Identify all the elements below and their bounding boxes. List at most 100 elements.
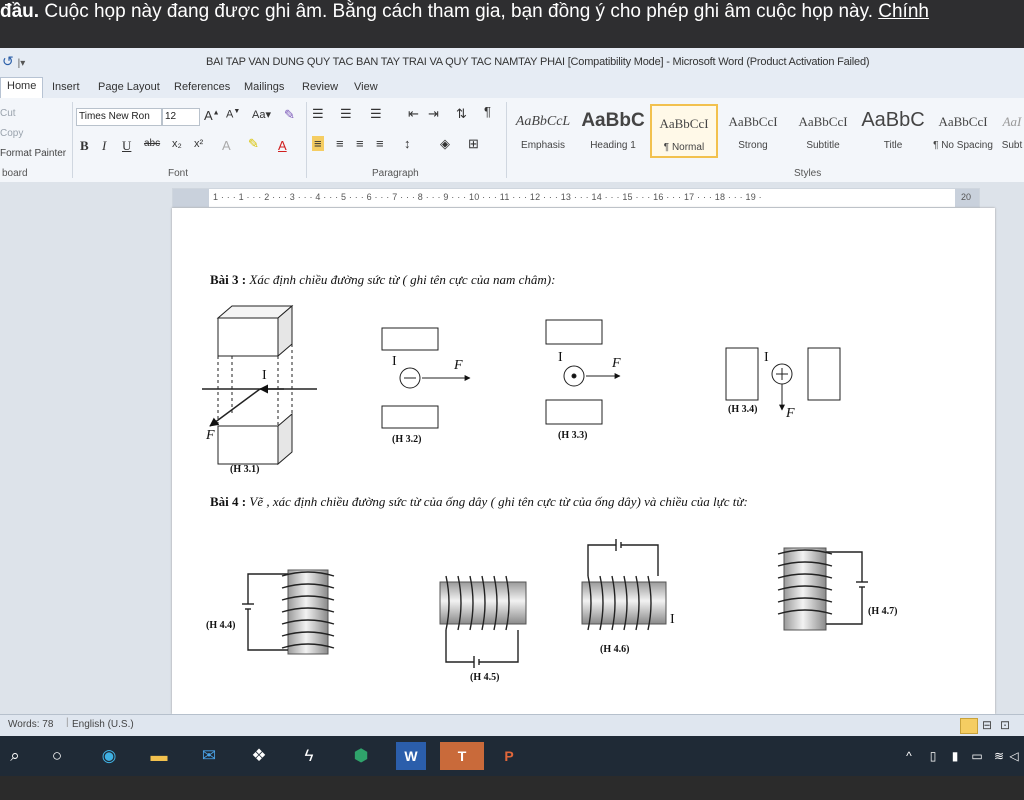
sort-icon[interactable]: ⇅ bbox=[456, 106, 467, 122]
font-group-label: Font bbox=[168, 168, 189, 179]
tab-mailings[interactable]: Mailings bbox=[238, 79, 290, 95]
clipboard-group-label: board bbox=[2, 168, 28, 179]
task-view-icon[interactable]: ○ bbox=[42, 742, 72, 770]
italic-icon[interactable]: I bbox=[102, 138, 106, 154]
superscript-icon[interactable]: x² bbox=[194, 138, 203, 150]
mail-icon[interactable]: ✉ bbox=[194, 742, 224, 770]
style-sample: AaI bbox=[1002, 114, 1022, 129]
undo-icon[interactable]: ↺ |▾ bbox=[2, 53, 25, 70]
bold-icon[interactable]: B bbox=[80, 138, 89, 154]
style-heading-1[interactable]: AaBbC Heading 1 bbox=[580, 104, 646, 156]
style-no-spacing[interactable]: AaBbCcI ¶ No Spacing bbox=[930, 104, 996, 156]
line-spacing-icon[interactable]: ↕ bbox=[404, 136, 411, 151]
ruler-margin-right: 20 bbox=[955, 189, 979, 207]
tab-home[interactable]: Home bbox=[0, 77, 44, 99]
bullets-icon[interactable]: ☰ bbox=[312, 106, 324, 122]
tab-references[interactable]: References bbox=[168, 79, 236, 95]
borders-icon[interactable]: ⊞ bbox=[468, 136, 479, 152]
powerpoint-app-icon[interactable]: P bbox=[494, 742, 524, 770]
edge-icon[interactable]: ◉ bbox=[94, 742, 124, 770]
figure-h44 bbox=[242, 569, 335, 655]
justify-icon[interactable]: ≡ bbox=[376, 136, 384, 151]
app-bolt-icon[interactable]: ϟ bbox=[294, 742, 324, 770]
window-title: BAI TAP VAN DUNG QUY TAC BAN TAY TRAI VA… bbox=[206, 56, 870, 68]
style-sample: AaBbCcI bbox=[798, 114, 848, 129]
outdent-icon[interactable]: ⇥ bbox=[428, 106, 439, 122]
style-title[interactable]: AaBbC Title bbox=[860, 104, 926, 156]
strikethrough-icon[interactable]: abc bbox=[144, 138, 160, 149]
force-label: F bbox=[454, 358, 463, 373]
banner-policy-link[interactable]: Chính bbox=[878, 1, 929, 22]
underline-icon[interactable]: U bbox=[122, 138, 131, 154]
figure-h46 bbox=[581, 539, 667, 631]
highlight-icon[interactable]: ✎ bbox=[248, 136, 259, 152]
style-name: ¶ No Spacing bbox=[933, 140, 993, 151]
style-emphasis[interactable]: AaBbCcL Emphasis bbox=[510, 104, 576, 156]
tab-insert[interactable]: Insert bbox=[46, 79, 86, 95]
fig-label-h33: (H 3.3) bbox=[558, 430, 588, 441]
text-effects-icon[interactable]: A bbox=[222, 138, 231, 153]
banner-bold: đầu. bbox=[0, 1, 40, 22]
format-painter-button[interactable]: Format Painter bbox=[0, 148, 66, 159]
styles-group-label: Styles bbox=[794, 168, 822, 179]
print-layout-icon[interactable] bbox=[960, 718, 978, 734]
style-name: Heading 1 bbox=[590, 140, 636, 151]
numbering-icon[interactable]: ☰ bbox=[340, 106, 352, 122]
volume-icon[interactable]: ◁ bbox=[1004, 742, 1024, 770]
align-left-icon[interactable]: ≡ bbox=[312, 136, 324, 151]
teams-app-icon[interactable]: T bbox=[440, 742, 484, 770]
style-subtle[interactable]: AaI Subt bbox=[1000, 104, 1024, 156]
word-app-icon[interactable]: W bbox=[396, 742, 426, 770]
indent-icon[interactable]: ⇤ bbox=[408, 106, 419, 122]
shading-icon[interactable]: ◈ bbox=[440, 136, 450, 152]
ribbon: Cut Copy Format Painter board Times New … bbox=[0, 98, 1024, 183]
font-name-dropdown[interactable]: Times New Ron bbox=[76, 108, 162, 126]
figure-h34 bbox=[725, 347, 841, 411]
style-strong[interactable]: AaBbCcI Strong bbox=[720, 104, 786, 156]
force-label: F bbox=[612, 356, 621, 371]
dropbox-icon[interactable]: ❖ bbox=[244, 742, 274, 770]
multilevel-list-icon[interactable]: ☰ bbox=[370, 106, 382, 122]
align-center-icon[interactable]: ≡ bbox=[336, 136, 344, 151]
exercise-3-heading: Bài 3 : Xác định chiều đường sức từ ( gh… bbox=[210, 272, 555, 288]
copy-button[interactable]: Copy bbox=[0, 128, 23, 139]
shrink-font-icon[interactable]: A▼ bbox=[226, 108, 240, 121]
divider bbox=[506, 102, 507, 178]
tab-view[interactable]: View bbox=[348, 79, 384, 95]
language-indicator[interactable]: English (U.S.) bbox=[72, 719, 134, 730]
exercise-4-heading: Bài 4 : Vẽ , xác định chiều đường sức từ… bbox=[210, 494, 748, 510]
change-case-icon[interactable]: Aa▾ bbox=[252, 108, 271, 121]
exercise-4-text: Vẽ , xác định chiều đường sức từ của ống… bbox=[246, 494, 748, 509]
figure-h33 bbox=[545, 319, 621, 425]
word-count[interactable]: Words: 78 bbox=[8, 719, 53, 730]
cut-button[interactable]: Cut bbox=[0, 108, 16, 119]
style-sample: AaBbCcI bbox=[728, 114, 778, 129]
full-screen-icon[interactable]: ⊟ bbox=[982, 718, 992, 732]
font-size-dropdown[interactable]: 12 bbox=[162, 108, 200, 126]
current-label: I bbox=[670, 612, 675, 627]
style-normal[interactable]: AaBbCcI ¶ Normal bbox=[650, 104, 718, 158]
app-shield-icon[interactable]: ⬢ bbox=[346, 742, 376, 770]
tab-page-layout[interactable]: Page Layout bbox=[92, 79, 166, 95]
tab-review[interactable]: Review bbox=[296, 79, 344, 95]
document-page[interactable]: Bài 3 : Xác định chiều đường sức từ ( gh… bbox=[172, 208, 995, 714]
align-right-icon[interactable]: ≡ bbox=[356, 136, 364, 151]
fig-label-h34: (H 3.4) bbox=[728, 404, 758, 415]
subscript-icon[interactable]: x₂ bbox=[172, 138, 182, 150]
current-label: I bbox=[262, 368, 267, 383]
ruler-end-number: 20 bbox=[961, 192, 972, 202]
web-layout-icon[interactable]: ⊡ bbox=[1000, 718, 1010, 732]
style-name: Strong bbox=[738, 140, 768, 151]
fig-label-h31: (H 3.1) bbox=[230, 464, 260, 475]
font-color-icon[interactable]: A bbox=[278, 138, 287, 153]
pilcrow-icon[interactable]: ¶ bbox=[484, 104, 491, 119]
clear-format-icon[interactable]: ✎ bbox=[284, 107, 295, 123]
grow-font-icon[interactable]: A▲ bbox=[204, 108, 220, 123]
file-explorer-icon[interactable]: ▬ bbox=[144, 742, 174, 770]
banner-message: Cuộc họp này đang được ghi âm. Bằng cách… bbox=[39, 1, 879, 22]
horizontal-ruler[interactable]: 1 · · · 1 · · · 2 · · · 3 · · · 4 · · · … bbox=[172, 188, 980, 208]
search-icon[interactable]: ⌕ bbox=[0, 742, 30, 770]
status-bar: Words: 78 | English (U.S.) ⊟ ⊡ bbox=[0, 714, 1024, 737]
style-subtitle[interactable]: AaBbCcI Subtitle bbox=[790, 104, 856, 156]
current-label: I bbox=[764, 350, 769, 365]
